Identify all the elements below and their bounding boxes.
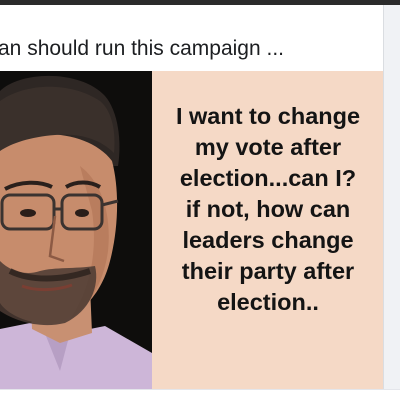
portrait-photo [0, 71, 152, 389]
meme-line: if not, how can [185, 196, 351, 222]
meme-line: election...can I? [179, 165, 357, 191]
meme-line: leaders change [182, 227, 354, 253]
post-bottom-divider [0, 389, 400, 401]
post-caption-bar: an should run this campaign ... [0, 5, 400, 71]
feed-scroll-edge [383, 5, 400, 400]
meme-line: their party after [181, 258, 355, 284]
meme-line: election.. [217, 289, 319, 315]
meme-quote-text: I want to change my vote after election.… [155, 101, 381, 318]
meme-line: I want to change [175, 103, 361, 129]
man-portrait-illustration [0, 71, 152, 389]
meme-image[interactable]: I want to change my vote after election.… [0, 71, 384, 389]
post-caption-text[interactable]: an should run this campaign ... [0, 37, 284, 61]
meme-line: my vote after [194, 134, 342, 160]
